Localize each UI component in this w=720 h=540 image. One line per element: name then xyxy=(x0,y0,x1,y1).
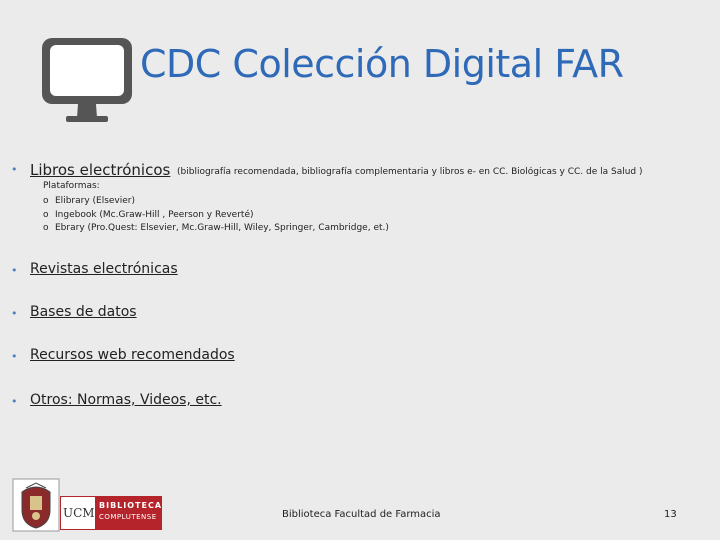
bullet-marker: • xyxy=(11,395,18,408)
platform-text: Ingebook (Mc.Graw-Hill , Peerson y Rever… xyxy=(55,209,254,220)
libros-note: (bibliografía recomendada, bibliografía … xyxy=(177,167,643,177)
list-item: o Elibrary (Elsevier) xyxy=(43,195,389,209)
link-recursos-web[interactable]: Recursos web recomendados xyxy=(30,347,235,363)
bullet-marker: • xyxy=(11,163,18,176)
logo-line1: BIBLIOTECA xyxy=(99,501,163,510)
logo-line2: COMPLUTENSE xyxy=(99,513,157,521)
logo-ucm-text: UCM xyxy=(63,506,95,520)
link-libros-electronicos[interactable]: Libros electrónicos xyxy=(30,161,170,179)
bullet-marker: • xyxy=(11,350,18,363)
platform-text: Elibrary (Elsevier) xyxy=(55,196,136,206)
list-marker: o xyxy=(43,196,49,206)
page-number: 13 xyxy=(664,509,677,520)
list-item: o Ebrary (Pro.Quest: Elsevier, Mc.Graw-Hi… xyxy=(43,222,389,236)
bullet-marker: • xyxy=(11,264,18,277)
platform-text: Ebrary (Pro.Quest: Elsevier, Mc.Graw-Hil… xyxy=(55,223,389,233)
list-marker: o xyxy=(43,223,49,233)
bullet-marker: • xyxy=(11,307,18,320)
list-marker: o xyxy=(43,209,49,220)
link-bases-de-datos[interactable]: Bases de datos xyxy=(30,304,137,320)
logo-red-box: BIBLIOTECA COMPLUTENSE xyxy=(95,497,162,529)
platforms-list: o Elibrary (Elsevier) o Ingebook (Mc.Graw-… xyxy=(43,195,389,236)
list-item: o Ingebook (Mc.Graw-Hill , Peerson y Reve… xyxy=(43,209,389,223)
link-revistas-electronicas[interactable]: Revistas electrónicas xyxy=(30,261,178,277)
link-otros[interactable]: Otros: Normas, Videos, etc. xyxy=(30,392,222,408)
monitor-icon xyxy=(42,38,132,122)
platforms-label: Plataformas: xyxy=(43,181,100,191)
ucm-crest-logo xyxy=(12,478,60,532)
footer-text: Biblioteca Facultad de Farmacia xyxy=(282,509,441,520)
page-title: CDC Colección Digital FAR xyxy=(140,42,624,86)
biblioteca-complutense-logo: UCM BIBLIOTECA COMPLUTENSE xyxy=(60,496,162,530)
